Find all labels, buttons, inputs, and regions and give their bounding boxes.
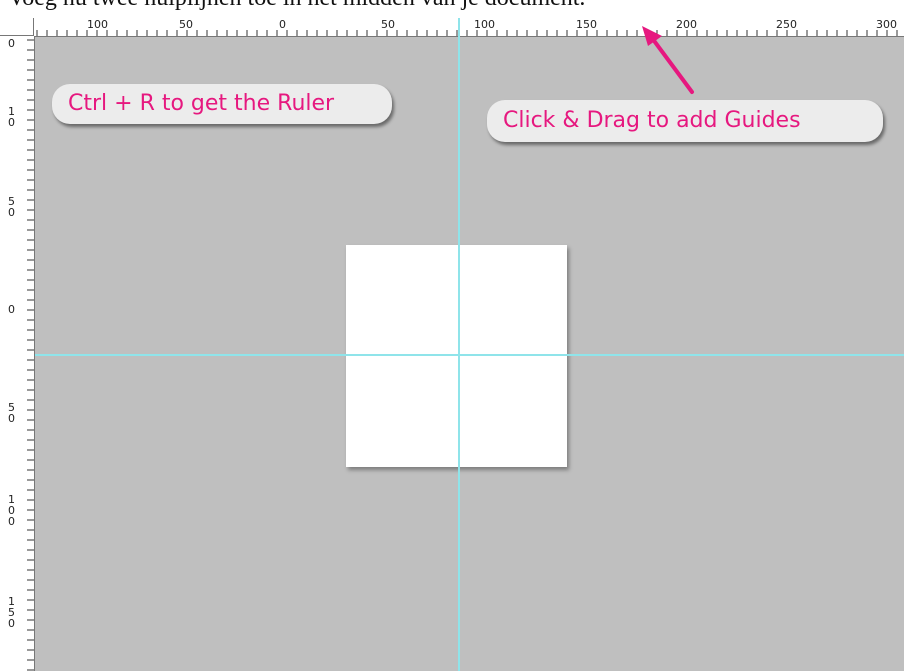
horizontal-ruler-ticks bbox=[36, 30, 898, 36]
hruler-label: 150 bbox=[576, 18, 597, 31]
horizontal-ruler[interactable]: 100 50 0 50 100 150 200 250 300 bbox=[34, 18, 904, 37]
vruler-label: 0 bbox=[8, 303, 15, 316]
vruler-label: 150 bbox=[8, 595, 15, 630]
vertical-ruler[interactable]: 0 10 50 0 50 100 150 bbox=[0, 36, 35, 671]
hruler-label: 50 bbox=[381, 18, 395, 31]
ruler-callout-text: Ctrl + R to get the Ruler bbox=[68, 91, 335, 116]
vertical-ruler-ticks bbox=[27, 39, 34, 671]
pointer-arrow-icon bbox=[642, 26, 694, 94]
hruler-label: 100 bbox=[474, 18, 495, 31]
hruler-label: 250 bbox=[776, 18, 797, 31]
vruler-label: 100 bbox=[8, 493, 15, 528]
horizontal-guide[interactable] bbox=[35, 354, 904, 356]
tutorial-caption: Voeg nu twee hulplijnen toe in het midde… bbox=[8, 0, 585, 10]
document-canvas[interactable] bbox=[346, 245, 567, 467]
guides-callout-text: Click & Drag to add Guides bbox=[503, 108, 801, 133]
vruler-label: 0 bbox=[8, 37, 15, 50]
vruler-label: 10 bbox=[8, 105, 15, 129]
hruler-label: 50 bbox=[179, 18, 193, 31]
hruler-label: 300 bbox=[876, 18, 897, 31]
hruler-label: 0 bbox=[279, 18, 286, 31]
ruler-corner bbox=[0, 18, 34, 36]
vruler-label: 50 bbox=[8, 195, 15, 219]
ruler-callout: Ctrl + R to get the Ruler bbox=[52, 84, 392, 124]
guides-callout: Click & Drag to add Guides bbox=[487, 100, 883, 142]
hruler-label: 100 bbox=[87, 18, 108, 31]
vertical-guide[interactable] bbox=[458, 18, 460, 671]
vruler-label: 50 bbox=[8, 401, 15, 425]
